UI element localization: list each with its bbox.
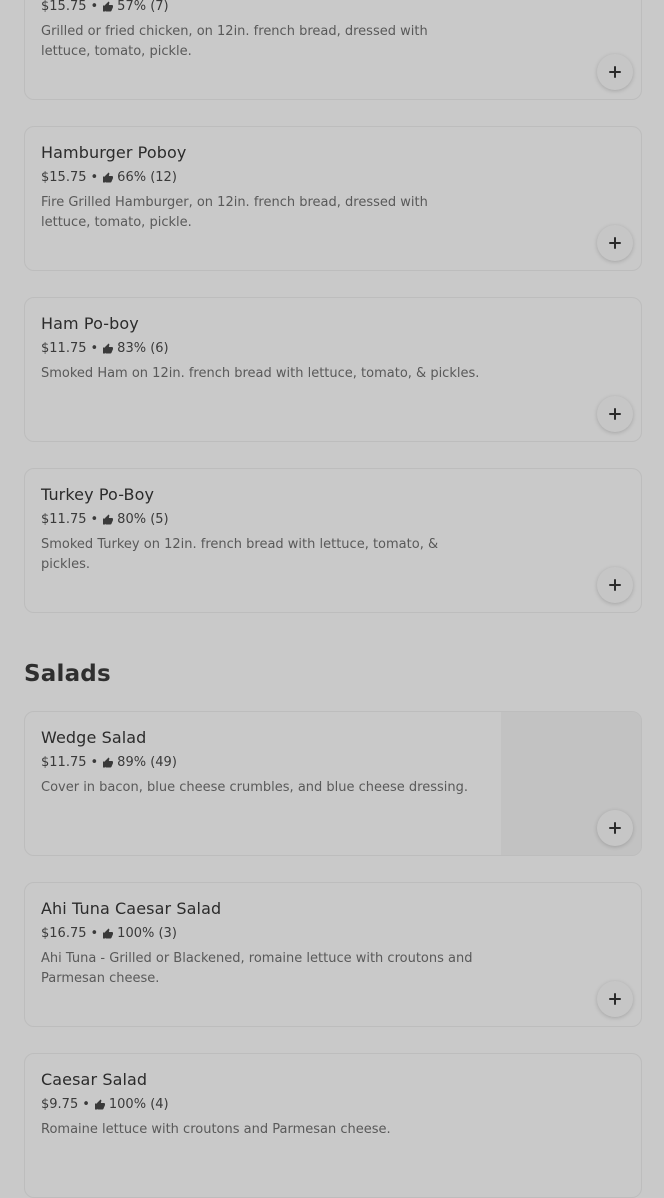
meta-separator: •: [90, 755, 99, 770]
thumbs-up-icon: [103, 1, 114, 11]
thumbs-up-icon: [103, 172, 114, 182]
item-meta: $15.75 • 57% (7): [41, 0, 169, 14]
add-item-button[interactable]: [597, 981, 633, 1017]
thumbs-up-icon: [103, 928, 114, 938]
meta-separator: •: [90, 0, 99, 14]
item-price: $11.75: [41, 755, 87, 770]
plus-icon: [609, 993, 621, 1005]
item-name: Turkey Po-Boy: [41, 485, 155, 504]
item-description: Smoked Turkey on 12in. french bread with…: [41, 537, 439, 572]
plus-icon: [609, 408, 621, 420]
menu-page: $15.75 • 57% (7) Grilled or fried chicke…: [0, 0, 664, 1198]
menu-item-card[interactable]: Wedge Salad $11.75 • 89% (49) Cover in b…: [24, 711, 642, 856]
item-meta: $11.75 • 83% (6): [41, 341, 169, 356]
thumbs-up-icon: [103, 757, 114, 767]
item-description: Smoked Ham on 12in. french bread with le…: [41, 366, 480, 381]
item-name: Caesar Salad: [41, 1070, 148, 1089]
menu-item-card[interactable]: Ham Po-boy $11.75 • 83% (6) Smoked Ham o…: [24, 297, 642, 442]
menu-item-card[interactable]: Caesar Salad $9.75 • 100% (4) Romaine le…: [24, 1053, 642, 1198]
menu-item-card[interactable]: Turkey Po-Boy $11.75 • 80% (5) Smoked Tu…: [24, 468, 642, 613]
item-rating: 100% (3): [117, 926, 177, 941]
item-description: Ahi Tuna - Grilled or Blackened, romaine…: [41, 951, 473, 986]
add-item-button[interactable]: [597, 225, 633, 261]
item-price: $11.75: [41, 341, 87, 356]
add-item-button[interactable]: [597, 810, 633, 846]
item-name: Hamburger Poboy: [41, 143, 187, 162]
thumbs-up-icon: [94, 1099, 105, 1109]
meta-separator: •: [90, 512, 99, 527]
menu-item-card[interactable]: $15.75 • 57% (7) Grilled or fried chicke…: [24, 0, 642, 100]
menu-item-card[interactable]: Ahi Tuna Caesar Salad $16.75 • 100% (3) …: [24, 882, 642, 1027]
item-rating: 57% (7): [117, 0, 169, 14]
item-price: $16.75: [41, 926, 87, 941]
item-name: Wedge Salad: [41, 728, 147, 747]
menu-item-card[interactable]: Hamburger Poboy $15.75 • 66% (12) Fire G…: [24, 126, 642, 271]
add-item-button[interactable]: [597, 567, 633, 603]
item-name: Ahi Tuna Caesar Salad: [41, 899, 222, 918]
add-item-button[interactable]: [597, 396, 633, 432]
item-price: $9.75: [41, 1097, 79, 1112]
item-meta: $9.75 • 100% (4): [41, 1097, 169, 1112]
meta-separator: •: [82, 1097, 90, 1112]
item-rating: 83% (6): [117, 341, 169, 356]
item-price: $15.75: [41, 0, 87, 14]
item-meta: $11.75 • 80% (5): [41, 512, 169, 527]
item-description: Fire Grilled Hamburger, on 12in. french …: [41, 195, 428, 230]
item-meta: $11.75 • 89% (49): [41, 755, 177, 770]
thumbs-up-icon: [103, 343, 114, 353]
item-meta: $16.75 • 100% (3): [41, 926, 177, 941]
plus-icon: [609, 822, 621, 834]
item-meta: $15.75 • 66% (12): [41, 170, 177, 185]
plus-icon: [609, 579, 621, 591]
meta-separator: •: [90, 341, 99, 356]
item-rating: 100% (4): [108, 1097, 169, 1112]
item-rating: 80% (5): [117, 512, 169, 527]
thumbs-up-icon: [103, 514, 114, 524]
item-name: Ham Po-boy: [41, 314, 139, 333]
item-price: $11.75: [41, 512, 87, 527]
meta-separator: •: [90, 926, 99, 941]
plus-icon: [609, 237, 621, 249]
item-description: Cover in bacon, blue cheese crumbles, an…: [41, 780, 469, 795]
item-rating: 89% (49): [117, 755, 177, 770]
meta-separator: •: [90, 170, 99, 185]
item-description: Grilled or fried chicken, on 12in. frenc…: [41, 24, 428, 59]
add-item-button[interactable]: [597, 54, 633, 90]
item-rating: 66% (12): [117, 170, 177, 185]
item-description: Romaine lettuce with croutons and Parmes…: [41, 1122, 391, 1137]
item-price: $15.75: [41, 170, 87, 185]
section-title-salads: Salads: [24, 661, 111, 687]
plus-icon: [609, 66, 621, 78]
